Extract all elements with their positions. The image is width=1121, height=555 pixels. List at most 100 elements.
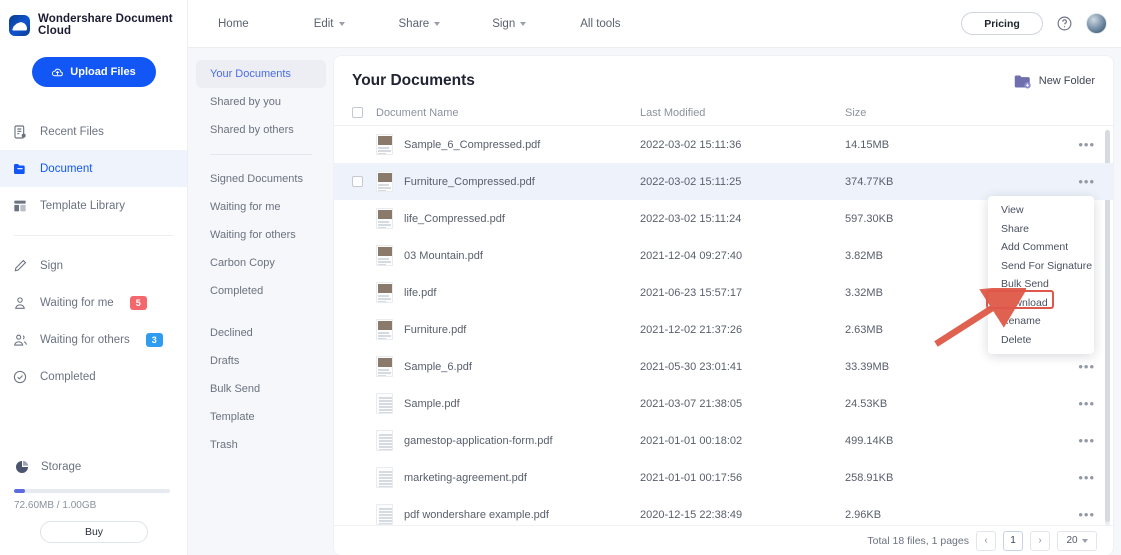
sidebar-item-recent-files[interactable]: Recent Files: [0, 113, 187, 150]
context-menu-item-delete[interactable]: Delete: [988, 331, 1094, 350]
upload-files-button[interactable]: Upload Files: [31, 57, 156, 87]
table-row[interactable]: Sample_6_Compressed.pdf 2022-03-02 15:11:…: [334, 126, 1113, 163]
storage-section: Storage 72.60MB / 1.00GB Buy: [0, 459, 188, 555]
more-options-icon[interactable]: •••: [1055, 175, 1095, 188]
subnav-item-template[interactable]: Template: [196, 403, 326, 431]
document-thumbnail: [376, 282, 393, 303]
document-name[interactable]: Sample_6.pdf: [393, 361, 640, 373]
sidebar-item-document[interactable]: Document: [0, 150, 187, 187]
document-last-modified: 2021-03-07 21:38:05: [640, 397, 743, 410]
context-menu-item-add-comment[interactable]: Add Comment: [988, 238, 1094, 257]
table-row[interactable]: Furniture_Compressed.pdf 2022-03-02 15:11…: [334, 163, 1113, 200]
document-name[interactable]: Sample.pdf: [393, 398, 640, 410]
subnav-label: Waiting for me: [210, 201, 281, 213]
context-menu-item-send-for-signature[interactable]: Send For Signature: [988, 257, 1094, 276]
document-size: 374.77KB: [845, 175, 894, 188]
top-menu-share[interactable]: Share: [345, 18, 441, 30]
document-last-modified: 2021-05-30 23:01:41: [640, 360, 743, 373]
avatar[interactable]: [1086, 13, 1107, 34]
subnav-item-declined[interactable]: Declined: [196, 319, 326, 347]
sidebar-divider: [14, 235, 173, 236]
subnav-label: Shared by others: [210, 124, 294, 136]
sidebar-item-completed[interactable]: Completed: [0, 358, 187, 395]
new-folder-button[interactable]: New Folder: [1014, 74, 1095, 89]
buy-storage-button[interactable]: Buy: [40, 521, 148, 543]
context-menu-item-rename[interactable]: Rename: [988, 312, 1094, 331]
subnav-item-signed-documents[interactable]: Signed Documents: [196, 165, 326, 193]
table-row[interactable]: marketing-agreement.pdf 2021-01-01 00:17:…: [334, 459, 1113, 496]
page-size-select[interactable]: 20: [1057, 530, 1097, 551]
top-menu-label: Home: [218, 17, 249, 30]
more-options-icon[interactable]: •••: [1055, 397, 1095, 410]
sidebar-badge-waiting-for-others: 3: [145, 332, 163, 347]
subnav-item-your-documents[interactable]: Your Documents: [196, 60, 326, 88]
top-menu-sign[interactable]: Sign: [440, 18, 527, 30]
help-circle-icon[interactable]: [1056, 15, 1073, 32]
document-thumbnail: [376, 393, 393, 414]
context-menu-item-bulk-send[interactable]: Bulk Send: [988, 275, 1094, 294]
pricing-button[interactable]: Pricing: [961, 12, 1043, 35]
pagination-prev-button[interactable]: ‹: [976, 530, 996, 551]
sidebar-item-template-library[interactable]: Template Library: [0, 187, 187, 224]
storage-header: Storage: [14, 459, 174, 475]
row-checkbox[interactable]: [352, 176, 363, 187]
storage-progress-fill: [14, 489, 25, 493]
document-name[interactable]: 03 Mountain.pdf: [393, 250, 640, 262]
sidebar-label: Recent Files: [40, 125, 104, 138]
context-menu-item-view[interactable]: View: [988, 201, 1094, 220]
subnav-item-drafts[interactable]: Drafts: [196, 347, 326, 375]
subnav-label: Bulk Send: [210, 383, 261, 395]
subnav-item-shared-by-others[interactable]: Shared by others: [196, 116, 326, 144]
pie-chart-icon: [16, 460, 29, 473]
more-options-icon[interactable]: •••: [1055, 360, 1095, 373]
sidebar-item-waiting-for-others[interactable]: Waiting for others 3: [0, 321, 187, 358]
table-row[interactable]: Sample.pdf 2021-03-07 21:38:05 24.53KB •••: [334, 385, 1113, 422]
document-last-modified: 2022-03-02 15:11:25: [640, 175, 742, 188]
column-header-document-name[interactable]: Document Name: [363, 107, 640, 119]
more-options-icon[interactable]: •••: [1055, 138, 1095, 151]
subnav-item-shared-by-you[interactable]: Shared by you: [196, 88, 326, 116]
subnav-item-waiting-for-others[interactable]: Waiting for others: [196, 221, 326, 249]
document-name[interactable]: Furniture_Compressed.pdf: [393, 176, 640, 188]
document-name[interactable]: life_Compressed.pdf: [393, 213, 640, 225]
top-bar-actions: Pricing: [961, 12, 1121, 35]
more-options-icon[interactable]: •••: [1055, 434, 1095, 447]
document-name[interactable]: marketing-agreement.pdf: [393, 472, 640, 484]
document-name[interactable]: Furniture.pdf: [393, 324, 640, 336]
top-menu-edit[interactable]: Edit: [249, 18, 345, 30]
context-menu-item-share[interactable]: Share: [988, 220, 1094, 239]
document-size: 258.91KB: [845, 471, 894, 484]
top-menu-home[interactable]: Home: [188, 18, 249, 30]
sidebar-item-waiting-for-me[interactable]: Waiting for me 5: [0, 284, 187, 321]
document-name[interactable]: gamestop-application-form.pdf: [393, 435, 640, 447]
table-row[interactable]: gamestop-application-form.pdf 2021-01-01 …: [334, 422, 1113, 459]
column-header-size[interactable]: Size: [845, 107, 1055, 119]
subnav-item-trash[interactable]: Trash: [196, 431, 326, 459]
cloud-logo-icon: [9, 14, 30, 36]
subnav-item-bulk-send[interactable]: Bulk Send: [196, 375, 326, 403]
column-header-last-modified[interactable]: Last Modified: [640, 107, 845, 119]
document-name[interactable]: life.pdf: [393, 287, 640, 299]
subnav-item-completed[interactable]: Completed: [196, 277, 326, 305]
document-name[interactable]: pdf wondershare example.pdf: [393, 509, 640, 521]
sidebar-label: Sign: [40, 259, 64, 272]
cloud-upload-icon: [52, 68, 64, 76]
document-name[interactable]: Sample_6_Compressed.pdf: [393, 139, 640, 151]
pagination-total-text: Total 18 files, 1 pages: [867, 534, 969, 547]
context-menu-item-download[interactable]: Download: [988, 294, 1094, 313]
folder-icon: [14, 163, 25, 174]
sidebar-item-sign[interactable]: Sign: [0, 247, 187, 284]
table-row[interactable]: pdf wondershare example.pdf 2020-12-15 22…: [334, 496, 1113, 525]
select-all-checkbox[interactable]: [352, 107, 363, 118]
subnav-item-waiting-for-me[interactable]: Waiting for me: [196, 193, 326, 221]
more-options-icon[interactable]: •••: [1055, 471, 1095, 484]
pagination-next-button[interactable]: ›: [1030, 530, 1050, 551]
subnav-item-carbon-copy[interactable]: Carbon Copy: [196, 249, 326, 277]
pagination-page-1[interactable]: 1: [1003, 530, 1023, 551]
panel-header: Your Documents New Folder: [334, 56, 1113, 100]
subnav-label: Drafts: [210, 355, 240, 367]
top-menu-all-tools[interactable]: All tools: [526, 18, 620, 30]
more-options-icon[interactable]: •••: [1055, 508, 1095, 521]
new-folder-label: New Folder: [1038, 75, 1095, 87]
top-menu: Home Edit Share Sign All tools: [188, 18, 621, 30]
